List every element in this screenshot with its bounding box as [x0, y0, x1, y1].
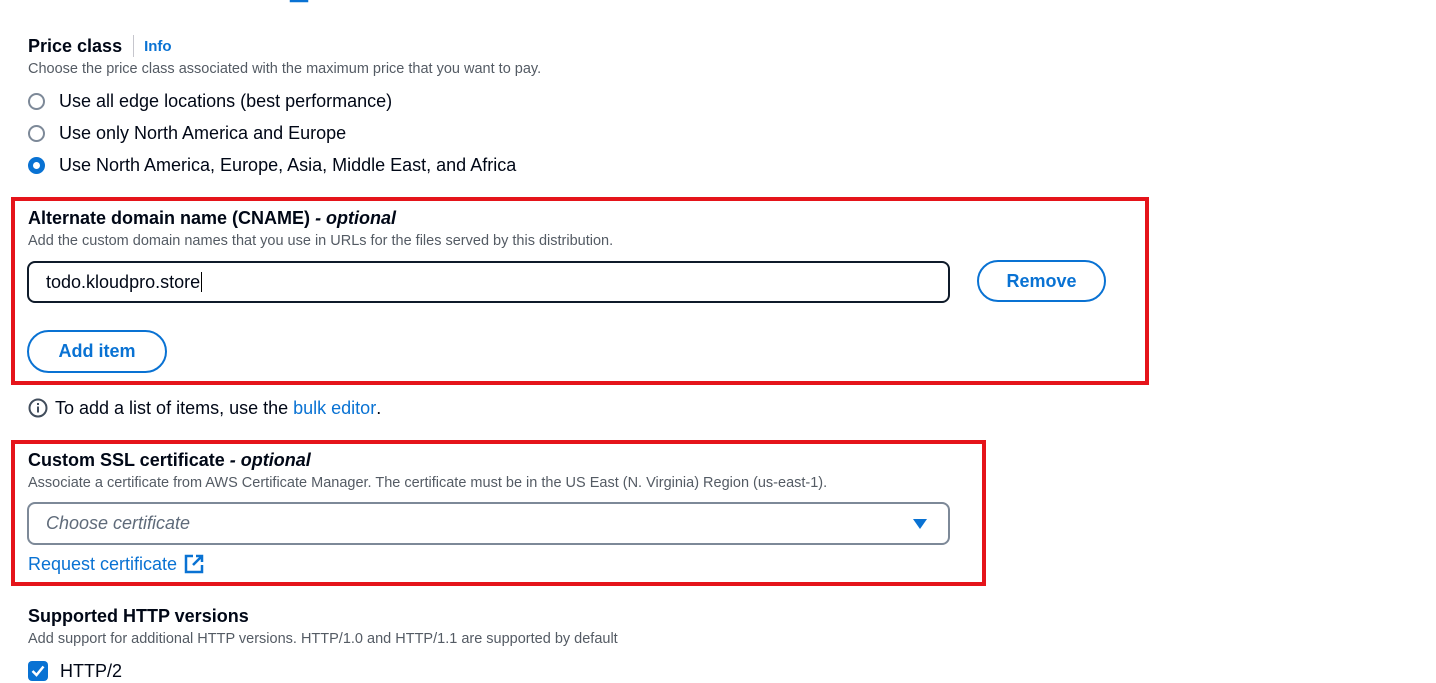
price-class-title: Price class — [28, 35, 123, 56]
text-cursor — [201, 272, 203, 292]
bulk-hint-end: . — [376, 397, 382, 418]
cname-input[interactable]: todo.kloudpro.store — [27, 261, 950, 303]
radio-label: Use North America, Europe, Asia, Middle … — [59, 154, 517, 175]
cname-section: Alternate domain name (CNAME) - optional… — [28, 208, 1028, 249]
http-versions-description: Add support for additional HTTP versions… — [28, 631, 618, 647]
http-versions-section: Supported HTTP versions Add support for … — [28, 606, 928, 647]
checkbox-checked[interactable] — [28, 661, 48, 681]
radio-label: Use only North America and Europe — [59, 122, 347, 143]
cname-description: Add the custom domain names that you use… — [28, 233, 614, 249]
http2-label: HTTP/2 — [60, 660, 123, 681]
certificate-select[interactable]: Choose certificate — [27, 502, 950, 545]
price-class-description: Choose the price class associated with t… — [28, 61, 542, 77]
radio-button-selected[interactable] — [28, 156, 45, 174]
info-circle-icon — [28, 398, 48, 418]
radio-button[interactable] — [28, 124, 45, 142]
price-class-option-na-eu-asia[interactable]: Use North America, Europe, Asia, Middle … — [28, 152, 516, 178]
bulk-hint-text: To add a list of items, use the — [55, 397, 289, 418]
external-link-icon-top — [289, 0, 309, 3]
ssl-section: Custom SSL certificate - optional Associ… — [28, 450, 968, 491]
remove-button[interactable]: Remove — [977, 260, 1106, 302]
http-versions-title: Supported HTTP versions — [28, 606, 249, 626]
external-link-icon — [184, 554, 204, 574]
price-class-option-all[interactable]: Use all edge locations (best performance… — [28, 88, 392, 114]
http2-checkbox-row[interactable]: HTTP/2 — [28, 659, 122, 683]
radio-button[interactable] — [28, 92, 45, 110]
cname-input-value: todo.kloudpro.store — [46, 271, 201, 292]
ssl-description: Associate a certificate from AWS Certifi… — [28, 475, 828, 491]
ssl-title: Custom SSL certificate - optional — [28, 450, 311, 470]
request-certificate-link[interactable]: Request certificate — [28, 552, 204, 576]
title-divider — [133, 35, 135, 57]
radio-label: Use all edge locations (best performance… — [59, 90, 393, 111]
add-item-button[interactable]: Add item — [27, 330, 167, 373]
price-class-option-na-eu[interactable]: Use only North America and Europe — [28, 120, 346, 146]
checkmark-icon — [31, 665, 45, 677]
cname-title: Alternate domain name (CNAME) - optional — [28, 208, 397, 228]
bulk-editor-link[interactable]: bulk editor — [293, 398, 376, 419]
certificate-select-placeholder: Choose certificate — [46, 513, 191, 533]
info-link[interactable]: Info — [144, 38, 172, 55]
request-certificate-label: Request certificate — [28, 553, 178, 574]
caret-down-icon — [913, 519, 927, 529]
bulk-editor-hint: To add a list of items, use the bulk edi… — [28, 396, 381, 420]
